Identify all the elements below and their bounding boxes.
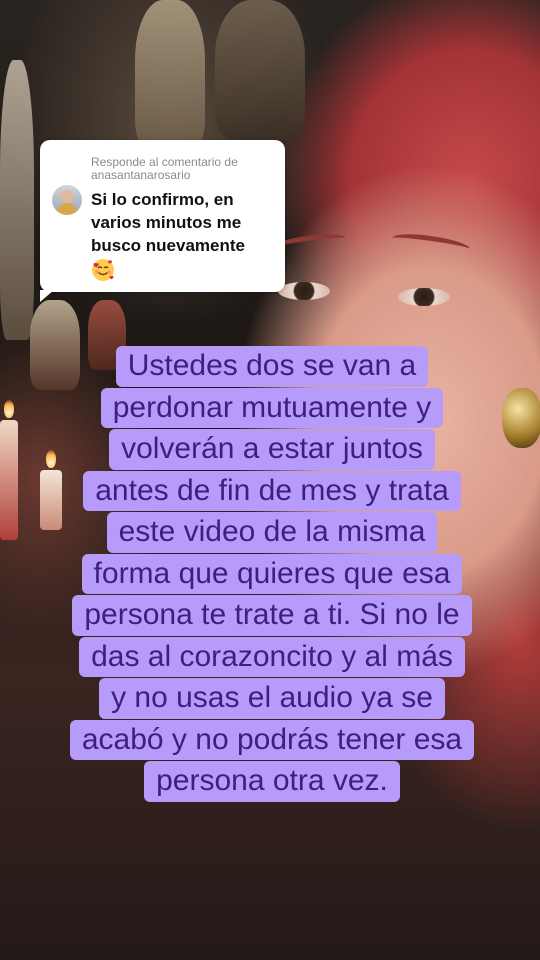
- caption-line: forma que quieres que esa: [81, 553, 463, 594]
- caption-line: acabó y no podrás tener esa: [69, 719, 475, 760]
- candle-flame: [4, 400, 14, 418]
- caption-line: y no usas el audio ya se: [99, 678, 445, 719]
- eyebrow: [391, 230, 471, 257]
- caption-line: das al corazoncito y al más: [79, 636, 465, 677]
- eye: [278, 282, 330, 300]
- comment-line: Si lo confirmo, en: [91, 190, 234, 209]
- comment-text: Si lo confirmo, en varios minutos me bus…: [91, 188, 281, 257]
- comment-line: varios minutos me: [91, 213, 242, 232]
- commenter-avatar[interactable]: [52, 185, 82, 215]
- caption-line: antes de fin de mes y trata: [83, 470, 461, 511]
- reply-label: Responde al comentario de anasantanarosa…: [91, 155, 238, 182]
- caption-line: perdonar mutuamente y: [100, 387, 444, 428]
- reply-comment-card[interactable]: Responde al comentario de anasantanarosa…: [40, 140, 285, 302]
- eye: [398, 288, 450, 306]
- caption-line: persona te trate a ti. Si no le: [72, 595, 472, 636]
- caption-text-overlay: Ustedes dos se van a perdonar mutuamente…: [24, 346, 520, 803]
- candle: [0, 420, 18, 540]
- caption-line: volverán a estar juntos: [109, 429, 435, 470]
- altar-statue: [0, 60, 34, 340]
- comment-line: busco nuevamente: [91, 236, 245, 255]
- altar-statue: [135, 0, 205, 150]
- caption-line: este video de la misma: [106, 512, 438, 553]
- caption-line: persona otra vez.: [144, 761, 400, 802]
- altar-statue: [215, 0, 305, 140]
- smiling-face-with-hearts-icon: [92, 259, 114, 281]
- video-frame[interactable]: Responde al comentario de anasantanarosa…: [0, 0, 540, 960]
- caption-line: Ustedes dos se van a: [115, 346, 429, 387]
